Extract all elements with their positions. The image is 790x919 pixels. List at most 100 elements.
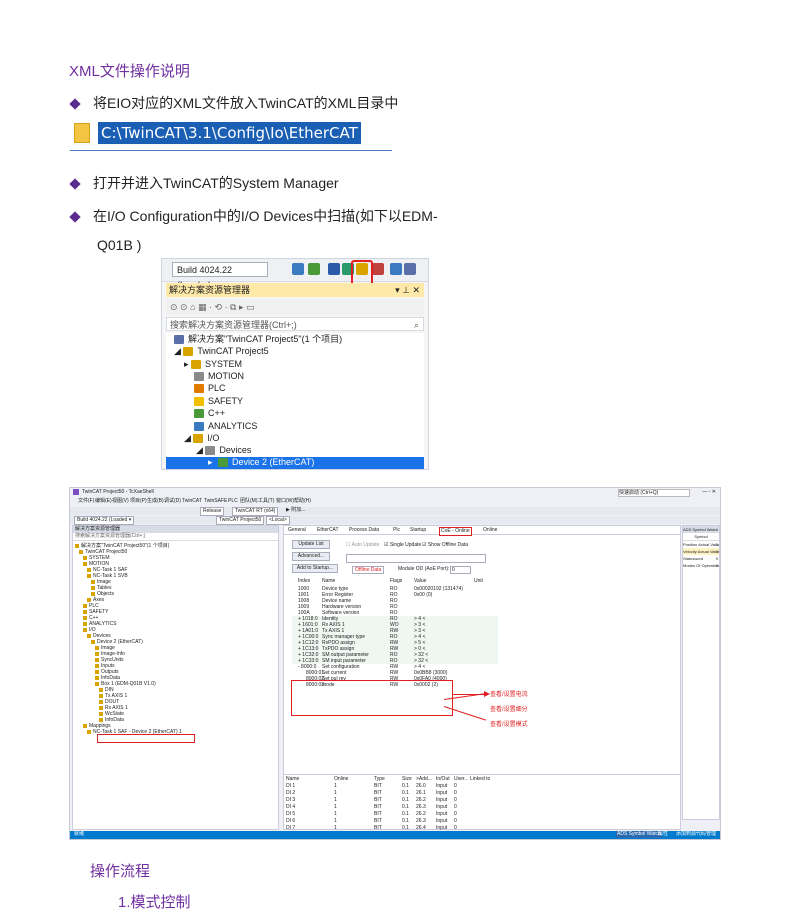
panel-controls[interactable]: ▾ ⊥ ✕	[395, 283, 420, 297]
menu-edit[interactable]: 编辑(E)	[95, 498, 112, 505]
table-cell: 0.1	[402, 797, 409, 803]
symbol-row[interactable]: Velocity Actual Value 0	[683, 548, 719, 555]
platform-select[interactable]: TwinCAT RT (x64)	[232, 507, 279, 516]
show-offline-checkbox[interactable]: ☑ Show Offline Data	[422, 542, 468, 548]
search-input[interactable]: 搜索解决方案资源管理器(Ctrl+;) ⌕	[166, 317, 424, 331]
tree-node-icon	[95, 681, 99, 686]
tree-item[interactable]: ◢ TwinCAT Project5	[174, 345, 269, 357]
table-cell: 0	[454, 797, 457, 803]
ethercat-icon	[218, 458, 228, 467]
target-select[interactable]: <Local>	[266, 516, 290, 525]
tab-startup[interactable]: Startup	[410, 527, 426, 534]
advanced-button[interactable]: Advanced...	[292, 552, 330, 561]
expand-icon[interactable]: ▸	[208, 457, 213, 468]
menu-window[interactable]: 窗口(W)	[276, 498, 294, 505]
build-select[interactable]: Build 4024.22 (Loaded	[172, 262, 268, 290]
menu-file[interactable]: 文件(F)	[78, 498, 94, 505]
table-cell: Input	[436, 818, 448, 824]
tab-coe-online[interactable]: CoE - Online	[439, 527, 472, 536]
panel-title: 解决方案资源管理器	[169, 285, 251, 295]
tab-plc[interactable]: Plc	[393, 527, 400, 534]
bottom-tab-properties[interactable]: 属性	[658, 831, 668, 838]
tree-node-icon	[83, 723, 87, 728]
target-icon[interactable]	[328, 263, 340, 275]
tree-item[interactable]: MOTION	[194, 370, 244, 382]
symbol-row[interactable]: Position Actual Value 0	[683, 541, 719, 548]
symbol-row[interactable]: Modes Of Operation Display0	[683, 562, 719, 569]
symbol-list: Position Actual Value 0 Velocity Actual Va…	[683, 541, 719, 569]
tab-online[interactable]: Online	[483, 527, 497, 534]
tree-item[interactable]: 解决方案"TwinCAT Project5"(1 个项目)	[174, 333, 342, 345]
tree-node-icon	[99, 711, 103, 716]
menu-team[interactable]: 团队(M)	[240, 498, 258, 505]
offline-data-field[interactable]: Offline Data	[352, 566, 385, 574]
tree-item[interactable]: ◢ Devices	[196, 444, 251, 456]
menu-tools[interactable]: 工具(T)	[258, 498, 274, 505]
auto-update-checkbox[interactable]: ☐ Auto Update	[346, 542, 379, 548]
window-controls[interactable]: — ▫ ✕	[702, 489, 716, 496]
menu-build[interactable]: 生成(B)	[147, 498, 164, 505]
menu-view[interactable]: 视图(V)	[112, 498, 129, 505]
tree-node-icon	[99, 705, 103, 710]
build-select[interactable]: Build 4024.22 (Loaded ▾	[74, 516, 135, 525]
status-ready: 就绪	[74, 831, 85, 837]
explorer-toolbar[interactable]: ⊙ ⊙ ⌂ ▦ · ⟲ · ⧉ ▸ ▭	[166, 299, 424, 315]
table-cell: DI 2	[286, 790, 296, 796]
left-search[interactable]: 搜索解决方案资源管理器(Ctrl+;)	[73, 533, 278, 541]
menu-debug[interactable]: 调试(D)	[164, 498, 181, 505]
annotation-subdivision: 查看/设置细分	[490, 707, 528, 713]
project-select[interactable]: TwinCAT Project50	[216, 516, 265, 525]
search-icon[interactable]: ⌕	[414, 318, 419, 332]
activate-icon[interactable]	[308, 263, 320, 275]
tab-ethercat[interactable]: EtherCAT	[317, 527, 339, 534]
tree-item[interactable]: PLC	[194, 382, 226, 394]
symbol-name: Modes Of Operation Display	[683, 563, 719, 568]
quick-launch[interactable]: 快速启动 (Ctrl+Q)	[618, 489, 690, 497]
table-cell: 0	[454, 811, 457, 817]
tree-label: I/O	[207, 433, 220, 443]
menu-help[interactable]: 帮助(H)	[294, 498, 311, 505]
devices-icon	[205, 446, 216, 456]
table-cell: DI 1	[286, 783, 296, 789]
tree-node-icon	[91, 591, 95, 596]
tab-general[interactable]: General	[288, 527, 306, 534]
symbol-row[interactable]: Statusword 0	[683, 555, 719, 562]
tree-item[interactable]: SAFETY	[194, 395, 243, 407]
bottom-tab-ads[interactable]: ADS Symbol Watch	[616, 831, 662, 838]
update-list-button[interactable]: Update List	[292, 540, 330, 549]
settings-icon[interactable]	[404, 263, 416, 275]
menu-twinsafe[interactable]: TwinSAFE	[204, 498, 227, 505]
attach-button[interactable]: ▶ 附加...	[286, 507, 305, 514]
menu-twincat[interactable]: TwinCAT	[182, 498, 202, 505]
advanced-field[interactable]	[346, 554, 486, 563]
tree-node-icon	[95, 675, 99, 680]
status-source-control[interactable]: 添加到源代码管理	[676, 831, 716, 838]
tab-process-data[interactable]: Process Data	[349, 527, 379, 534]
tree-item-selected[interactable]: ▸ Device 2 (EtherCAT)	[166, 457, 424, 469]
tree-node-icon	[99, 693, 103, 698]
config-select[interactable]: Release	[200, 507, 225, 516]
column-header: User..	[454, 776, 468, 782]
bullet-1: 将EIO对应的XML文件放入TwinCAT的XML目录中	[69, 93, 399, 113]
tree-item[interactable]: ANALYTICS	[194, 420, 257, 432]
module-od-input[interactable]: 0	[450, 566, 471, 574]
tree-node-icon	[95, 657, 99, 662]
menu-project[interactable]: 项目(P)	[130, 498, 147, 505]
tree-item[interactable]: ▸ SYSTEM	[184, 358, 242, 370]
toggle-run-icon[interactable]	[372, 263, 384, 275]
single-update-checkbox[interactable]: ☑ Single Update	[384, 542, 421, 548]
add-to-startup-button[interactable]: Add to Startup...	[292, 564, 338, 573]
tree-item[interactable]: C++	[194, 407, 225, 419]
search-icon[interactable]	[390, 263, 402, 275]
checkbox-label: Show Offline Data	[427, 542, 469, 548]
column-header: Linked to	[470, 776, 491, 782]
table-cell: Input	[436, 790, 448, 796]
tree-item[interactable]: ◢ I/O	[184, 432, 219, 444]
bullet-text: 将EIO对应的XML文件放入TwinCAT的XML目录中	[93, 95, 399, 111]
menu-plc[interactable]: PLC	[228, 498, 238, 505]
config-icon[interactable]	[292, 263, 304, 275]
table-cell: BIT	[374, 818, 382, 824]
table-cell: 0.1	[402, 804, 409, 810]
bullet-text: 在I/O Configuration中的I/O Devices中扫描(如下以ED…	[93, 208, 438, 224]
variable-table: Name Online Type Size >Add... In/Out User.. Lin…	[284, 774, 680, 831]
